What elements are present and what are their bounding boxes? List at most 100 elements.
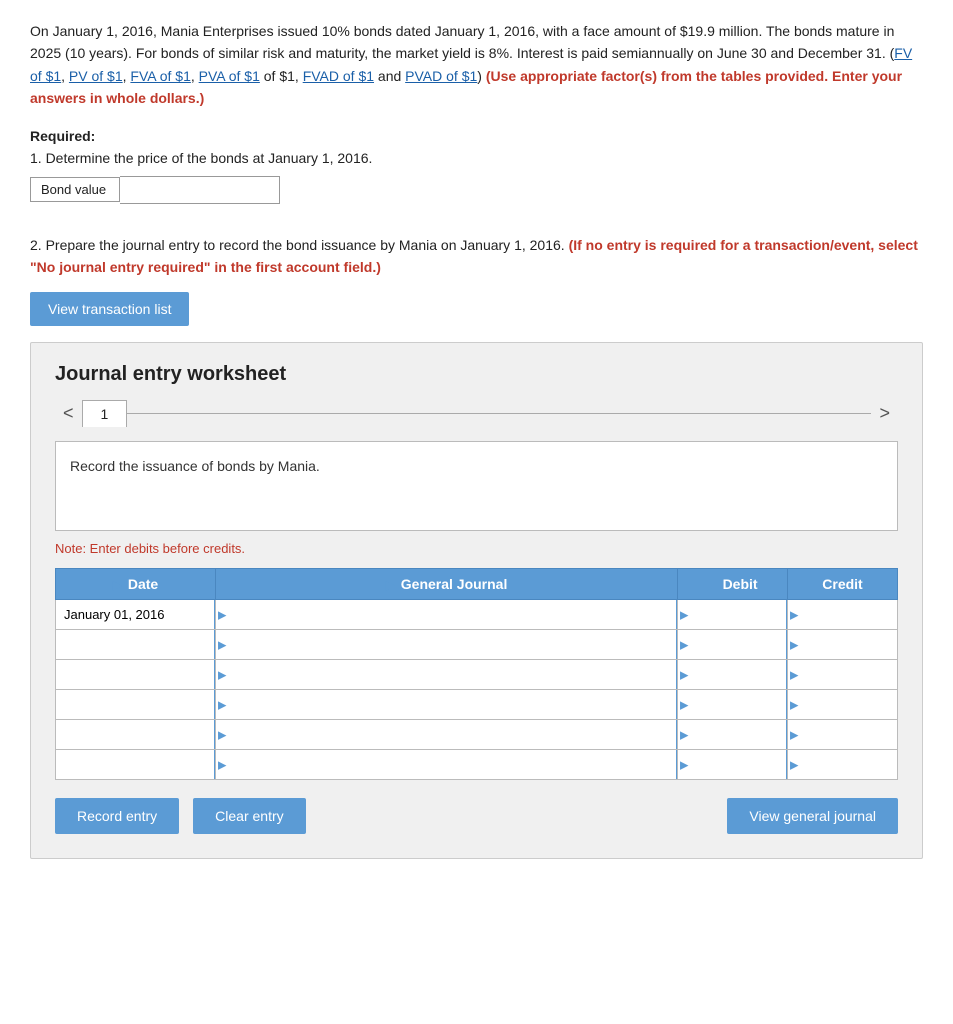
credit-input[interactable]: [788, 720, 897, 749]
bottom-buttons: Record entry Clear entry View general jo…: [55, 798, 898, 834]
required-label: Required:: [30, 128, 923, 144]
gj-cell: ▶: [216, 690, 678, 720]
date-cell: [56, 690, 216, 720]
pvad-link[interactable]: PVAD of $1: [405, 68, 477, 84]
description-box: Record the issuance of bonds by Mania.: [55, 441, 898, 531]
gj-row-arrow: ▶: [218, 698, 226, 711]
debit-input[interactable]: [678, 600, 787, 629]
fva-link[interactable]: FVA of $1: [130, 68, 190, 84]
gj-col-arrow: ▶: [386, 578, 395, 592]
debit-input[interactable]: [678, 690, 787, 719]
gj-cell: ▶: [216, 630, 678, 660]
th-date: ▶ Date: [56, 569, 216, 600]
credit-row-arrow: ▶: [790, 608, 798, 621]
tab-nav: < 1 >: [55, 400, 898, 427]
th-credit: Credit: [788, 569, 898, 600]
intro-paragraph: On January 1, 2016, Mania Enterprises is…: [30, 20, 923, 110]
table-row: ▶ ▶ ▶: [56, 600, 898, 630]
credit-input[interactable]: [788, 660, 897, 689]
tab-right-arrow[interactable]: >: [871, 401, 898, 426]
credit-cell: ▶: [788, 660, 898, 690]
credit-row-arrow: ▶: [790, 728, 798, 741]
bond-value-label: Bond value: [30, 177, 120, 202]
question-1-text: 1. Determine the price of the bonds at J…: [30, 150, 923, 166]
date-input[interactable]: [56, 630, 215, 659]
debit-row-arrow: ▶: [680, 608, 688, 621]
date-input[interactable]: [56, 690, 215, 719]
record-entry-button[interactable]: Record entry: [55, 798, 179, 834]
table-row: ▶ ▶ ▶: [56, 750, 898, 780]
credit-input[interactable]: [788, 750, 897, 779]
date-col-arrow: ▶: [113, 578, 122, 592]
gj-cell: ▶: [216, 660, 678, 690]
debit-row-arrow: ▶: [680, 638, 688, 651]
table-row: ▶ ▶ ▶: [56, 630, 898, 660]
fvad-link[interactable]: FVAD of $1: [303, 68, 374, 84]
date-cell: [56, 660, 216, 690]
credit-row-arrow: ▶: [790, 758, 798, 771]
debit-input[interactable]: [678, 750, 787, 779]
date-cell: [56, 600, 216, 630]
gj-input[interactable]: [216, 750, 677, 779]
credit-cell: ▶: [788, 720, 898, 750]
credit-row-arrow: ▶: [790, 698, 798, 711]
date-input[interactable]: [56, 660, 215, 689]
intro-text-1: On January 1, 2016, Mania Enterprises is…: [30, 23, 894, 61]
tab-left-arrow[interactable]: <: [55, 401, 82, 426]
debit-col-arrow: ▶: [707, 578, 716, 592]
bond-value-input[interactable]: [120, 176, 280, 204]
view-general-journal-button[interactable]: View general journal: [727, 798, 898, 834]
gj-cell: ▶: [216, 750, 678, 780]
credit-input[interactable]: [788, 630, 897, 659]
table-row: ▶ ▶ ▶: [56, 690, 898, 720]
debit-row-arrow: ▶: [680, 728, 688, 741]
date-input[interactable]: [56, 600, 215, 629]
bond-value-row: Bond value: [30, 176, 923, 204]
view-transaction-button[interactable]: View transaction list: [30, 292, 189, 326]
tab-spacer: [127, 413, 871, 414]
credit-input[interactable]: [788, 600, 897, 629]
gj-input[interactable]: [216, 690, 677, 719]
th-debit: ▶ Debit: [678, 569, 788, 600]
debit-row-arrow: ▶: [680, 668, 688, 681]
credit-cell: ▶: [788, 690, 898, 720]
gj-input[interactable]: [216, 720, 677, 749]
debit-cell: ▶: [678, 720, 788, 750]
debit-cell: ▶: [678, 630, 788, 660]
worksheet-title: Journal entry worksheet: [55, 363, 898, 386]
credit-row-arrow: ▶: [790, 638, 798, 651]
credit-cell: ▶: [788, 600, 898, 630]
debit-input[interactable]: [678, 720, 787, 749]
date-cell: [56, 720, 216, 750]
clear-entry-button[interactable]: Clear entry: [193, 798, 305, 834]
gj-cell: ▶: [216, 600, 678, 630]
debit-input[interactable]: [678, 630, 787, 659]
debit-cell: ▶: [678, 660, 788, 690]
credit-row-arrow: ▶: [790, 668, 798, 681]
date-cell: [56, 750, 216, 780]
credit-cell: ▶: [788, 630, 898, 660]
debit-input[interactable]: [678, 660, 787, 689]
gj-input[interactable]: [216, 600, 677, 629]
gj-cell: ▶: [216, 720, 678, 750]
debit-row-arrow: ▶: [680, 758, 688, 771]
journal-table: ▶ Date ▶ General Journal ▶ Debit Credit …: [55, 568, 898, 780]
table-row: ▶▶▶: [56, 720, 898, 750]
gj-row-arrow: ▶: [218, 668, 226, 681]
debit-row-arrow: ▶: [680, 698, 688, 711]
gj-input[interactable]: [216, 630, 677, 659]
gj-row-arrow: ▶: [218, 758, 226, 771]
debit-cell: ▶: [678, 600, 788, 630]
gj-input[interactable]: [216, 660, 677, 689]
table-row: ▶ ▶ ▶: [56, 660, 898, 690]
worksheet-container: Journal entry worksheet < 1 > Record the…: [30, 342, 923, 859]
date-input[interactable]: [56, 720, 215, 749]
gj-row-arrow: ▶: [218, 608, 226, 621]
question-2: 2. Prepare the journal entry to record t…: [30, 234, 923, 279]
date-input[interactable]: [56, 750, 215, 779]
credit-input[interactable]: [788, 690, 897, 719]
gj-row-arrow: ▶: [218, 638, 226, 651]
tab-1[interactable]: 1: [82, 400, 128, 427]
pva-link[interactable]: PVA of $1: [199, 68, 260, 84]
pv-link[interactable]: PV of $1: [69, 68, 123, 84]
